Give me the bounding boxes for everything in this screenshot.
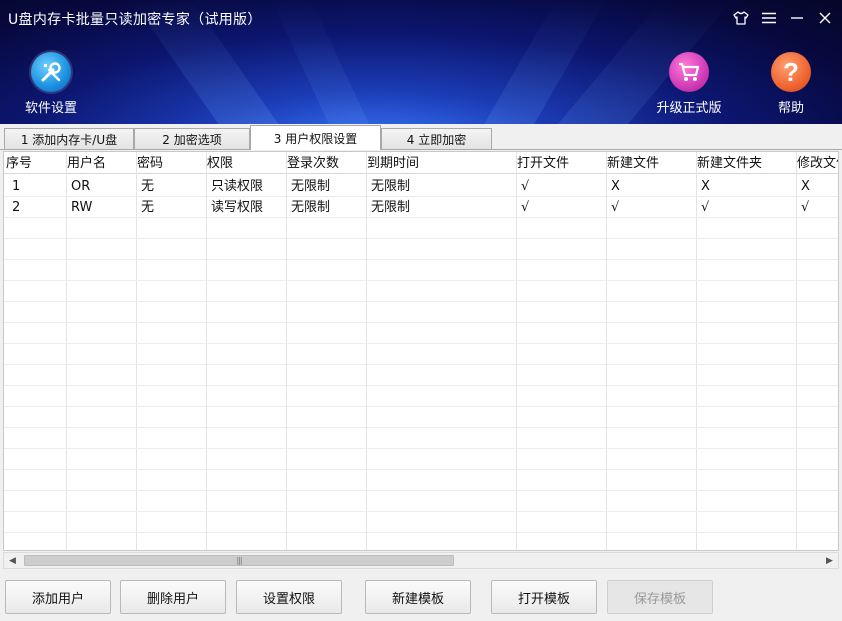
column-header[interactable]: 打开文件 (517, 153, 569, 174)
delete-user-button[interactable]: 删除用户 (120, 580, 226, 614)
column-header[interactable]: 新建文件夹 (697, 153, 762, 174)
tab-user-permissions[interactable]: 3 用户权限设置 (250, 125, 381, 150)
table-cell: 无限制 (371, 200, 411, 215)
tab-label: 1 添加内存卡/U盘 (20, 133, 118, 147)
table-cell: 无限制 (291, 179, 331, 194)
software-settings-label: 软件设置 (24, 101, 77, 116)
column-header[interactable]: 到期时间 (367, 153, 419, 174)
tab-add-card[interactable]: 1 添加内存卡/U盘 (4, 128, 134, 150)
tab-label: 4 立即加密 (406, 133, 467, 147)
wrench-screwdriver-icon (31, 52, 71, 92)
scroll-left-icon[interactable]: ◀ (4, 553, 21, 568)
grip-icon: ||| (236, 556, 242, 565)
table-cell: √ (611, 200, 620, 215)
tab-label: 2 加密选项 (162, 133, 222, 147)
help-glyph: ? (783, 56, 799, 87)
upgrade-label: 升级正式版 (656, 101, 722, 116)
user-permission-table[interactable]: 序号 用户名 密码 权限 登录次数 到期时间 打开文件 新建文件 新建文件夹 修… (3, 151, 839, 551)
table-cell: X (701, 179, 710, 194)
table-cell: 读写权限 (211, 200, 264, 215)
tab-encrypt-now[interactable]: 4 立即加密 (381, 128, 492, 150)
set-permission-button[interactable]: 设置权限 (236, 580, 342, 614)
app-header: U盘内存卡批量只读加密专家（试用版） 软件设置 升级正式版 ? 帮助 (0, 0, 842, 124)
column-header[interactable]: 序号 (6, 153, 32, 174)
column-header[interactable]: 修改文件 (797, 153, 838, 174)
column-header[interactable]: 登录次数 (287, 153, 339, 174)
help-label: 帮助 (777, 101, 804, 116)
question-mark-icon: ? (771, 52, 811, 92)
table-cell: 无限制 (291, 200, 331, 215)
table-cell: 无 (141, 179, 155, 194)
tab-encrypt-options[interactable]: 2 加密选项 (134, 128, 250, 150)
skin-icon[interactable] (732, 8, 750, 28)
menu-icon[interactable] (760, 8, 778, 28)
table-cell: 无限制 (371, 179, 411, 194)
table-cell: 只读权限 (211, 179, 264, 194)
column-header[interactable]: 用户名 (67, 153, 106, 174)
scroll-right-icon[interactable]: ▶ (821, 553, 838, 568)
add-user-button[interactable]: 添加用户 (5, 580, 111, 614)
table-cell: OR (71, 179, 91, 194)
upgrade-button[interactable]: 升级正式版 (649, 52, 729, 116)
open-template-button[interactable]: 打开模板 (491, 580, 597, 614)
software-settings-button[interactable]: 软件设置 (11, 52, 91, 116)
tab-bar: 1 添加内存卡/U盘 2 加密选项 3 用户权限设置 4 立即加密 (0, 124, 842, 150)
minimize-icon[interactable] (788, 8, 806, 28)
table-cell: √ (521, 179, 530, 194)
close-icon[interactable] (816, 8, 834, 28)
table-cell: RW (71, 200, 93, 215)
table-cell: 无 (141, 200, 155, 215)
scroll-thumb[interactable]: ||| (24, 555, 454, 566)
table-cell: 1 (12, 179, 21, 194)
column-header[interactable]: 密码 (137, 153, 163, 174)
shopping-cart-icon (669, 52, 709, 92)
table-cell: √ (521, 200, 530, 215)
save-template-button: 保存模板 (607, 580, 713, 614)
horizontal-scrollbar[interactable]: ◀ ||| ▶ (3, 552, 839, 569)
tab-label: 3 用户权限设置 (273, 131, 358, 146)
table-cell: √ (801, 200, 810, 215)
column-header[interactable]: 新建文件 (607, 153, 659, 174)
column-header[interactable]: 权限 (207, 153, 233, 174)
window-controls (732, 8, 834, 28)
help-button[interactable]: ? 帮助 (751, 52, 831, 116)
table-cell: X (611, 179, 620, 194)
table-cell: √ (701, 200, 710, 215)
tab-divider (0, 149, 842, 150)
new-template-button[interactable]: 新建模板 (365, 580, 471, 614)
window-title: U盘内存卡批量只读加密专家（试用版） (8, 12, 262, 28)
table-cell: 2 (12, 200, 21, 215)
table-cell: X (801, 179, 810, 194)
